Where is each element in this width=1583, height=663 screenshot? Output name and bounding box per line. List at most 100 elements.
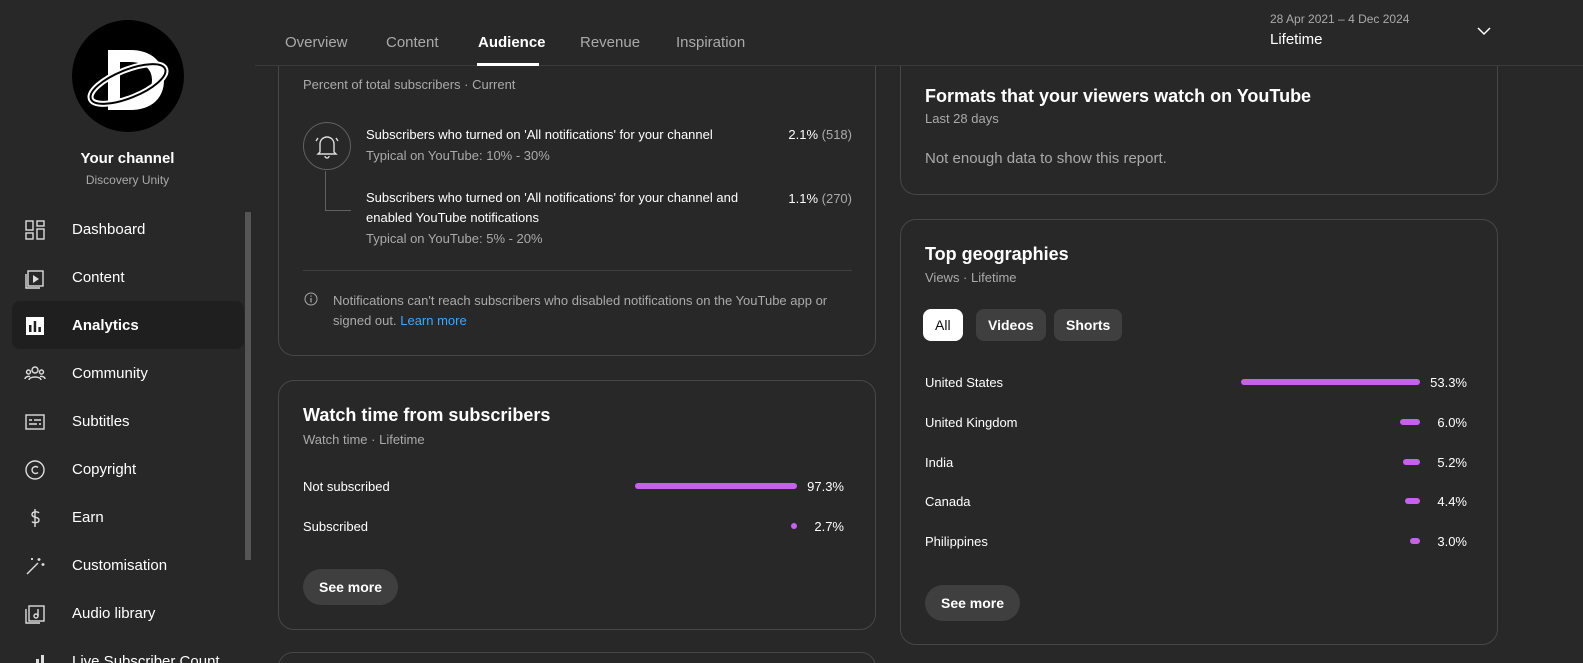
bar-track <box>631 523 797 529</box>
sidebar-item-dashboard[interactable]: Dashboard <box>12 205 244 253</box>
notification-row-typical: Typical on YouTube: 5% - 20% <box>366 231 543 246</box>
geo-row-label: Philippines <box>925 534 988 549</box>
bar-value: 97.3% <box>807 479 844 494</box>
sidebar-nav: Dashboard Content Analytics Community Su… <box>12 205 244 663</box>
bar-track <box>631 483 797 489</box>
active-tab-indicator <box>477 63 539 66</box>
sidebar-item-label: Community <box>72 364 148 382</box>
community-icon <box>24 366 46 381</box>
sidebar-scrollbar[interactable] <box>245 208 251 560</box>
geo-row-value: 6.0% <box>1437 415 1467 430</box>
customisation-icon <box>26 558 45 575</box>
chevron-down-icon[interactable] <box>1477 24 1491 38</box>
tab-revenue[interactable]: Revenue <box>580 34 640 51</box>
subtitles-icon <box>25 414 45 430</box>
date-range: 28 Apr 2021 – 4 Dec 2024 <box>1270 12 1410 26</box>
notification-row-value: 2.1% (518) <box>759 127 852 142</box>
info-icon <box>304 292 318 306</box>
see-more-button[interactable]: See more <box>303 569 399 605</box>
channel-name: Your channel <box>80 150 175 167</box>
bar-label: Not subscribed <box>303 479 390 494</box>
bell-icon-circle <box>303 122 351 170</box>
geo-row-value: 3.0% <box>1437 534 1467 549</box>
sidebar-item-audio-library[interactable]: Audio library <box>12 589 244 637</box>
bell-icon <box>315 136 339 159</box>
live-subscriber-icon <box>36 655 44 663</box>
notification-row-pct: 2.1% <box>788 127 819 142</box>
notifications-info: Notifications can't reach subscribers wh… <box>333 291 843 331</box>
sidebar-item-label: Copyright <box>72 460 137 478</box>
sidebar-item-live-subscriber-count[interactable]: Live Subscriber Count <box>12 637 244 663</box>
bar-track <box>1241 419 1420 425</box>
geographies-subtitle: Views · Lifetime <box>925 270 1017 285</box>
notifications-card: Percent of total subscribers · Current S… <box>278 40 876 356</box>
sidebar-item-label: Content <box>72 268 125 286</box>
notification-row-pct: 1.1% <box>788 191 819 206</box>
geo-row-label: United Kingdom <box>925 415 1018 430</box>
sidebar-item-label: Analytics <box>72 316 139 334</box>
sidebar-item-label: Customisation <box>72 556 168 574</box>
notification-row-count: (518) <box>821 127 852 142</box>
formats-title: Formats that your viewers watch on YouTu… <box>925 86 1312 106</box>
notification-row-text: Subscribers who turned on 'All notificat… <box>366 127 713 142</box>
sidebar-item-label: Earn <box>72 508 104 526</box>
geo-row-label: India <box>925 455 954 470</box>
analytics-header: Overview Content Audience Revenue Inspir… <box>255 0 1583 66</box>
geo-row-label: United States <box>925 375 1004 390</box>
tab-content[interactable]: Content <box>386 34 439 51</box>
bar-track <box>1241 498 1420 504</box>
bar-track <box>1241 379 1420 385</box>
sidebar-item-label: Live Subscriber Count <box>72 652 220 663</box>
sidebar: Your channel Discovery Unity Dashboard C… <box>0 0 255 663</box>
chip-all[interactable]: All <box>923 309 963 341</box>
notification-row-count: (270) <box>821 191 852 206</box>
tab-inspiration[interactable]: Inspiration <box>676 34 745 51</box>
sidebar-item-analytics[interactable]: Analytics <box>12 301 244 349</box>
tab-overview[interactable]: Overview <box>285 34 348 51</box>
sidebar-item-label: Audio library <box>72 604 156 622</box>
bar-value: 2.7% <box>814 519 844 534</box>
channel-handle: Discovery Unity <box>85 173 170 187</box>
copyright-icon <box>25 460 45 480</box>
dashboard-icon <box>25 220 45 240</box>
next-card <box>278 652 876 663</box>
tab-audience[interactable]: Audience <box>478 34 546 51</box>
content-icon <box>25 270 44 289</box>
sidebar-item-community[interactable]: Community <box>12 349 244 397</box>
notification-row-value: 1.1% (270) <box>759 191 852 206</box>
geographies-title: Top geographies <box>925 244 1069 264</box>
sidebar-item-label: Dashboard <box>72 220 146 238</box>
sidebar-item-content[interactable]: Content <box>12 253 244 301</box>
chip-videos[interactable]: Videos <box>976 309 1046 341</box>
see-more-button[interactable]: See more <box>925 585 1021 621</box>
bar-track <box>1241 459 1420 465</box>
divider <box>303 270 852 271</box>
formats-empty-message: Not enough data to show this report. <box>925 150 1167 167</box>
date-period: Lifetime <box>1270 31 1323 48</box>
channel-avatar[interactable] <box>72 20 184 132</box>
audio-library-icon <box>25 605 45 624</box>
analytics-icon <box>26 317 44 335</box>
notifications-subtitle: Percent of total subscribers · Current <box>303 77 516 92</box>
scrollbar-thumb[interactable] <box>245 212 251 560</box>
sidebar-item-copyright[interactable]: Copyright <box>12 445 244 493</box>
channel-logo-icon <box>87 50 169 110</box>
bar-fill <box>635 483 797 489</box>
bar-label: Subscribed <box>303 519 369 534</box>
watch-time-title: Watch time from subscribers <box>303 405 551 425</box>
geo-row-value: 53.3% <box>1430 375 1467 390</box>
sidebar-item-subtitles[interactable]: Subtitles <box>12 397 244 445</box>
bar-track <box>1241 538 1420 544</box>
chip-shorts[interactable]: Shorts <box>1054 309 1123 341</box>
watch-time-card: Watch time from subscribers Watch time ·… <box>278 380 876 630</box>
formats-card: Formats that your viewers watch on YouTu… <box>900 60 1498 195</box>
earn-icon <box>31 509 40 527</box>
notification-row-text: Subscribers who turned on 'All notificat… <box>366 190 739 225</box>
sidebar-item-customisation[interactable]: Customisation <box>12 541 244 589</box>
geo-row-value: 5.2% <box>1437 455 1467 470</box>
bar-fill <box>1241 379 1420 385</box>
connector-line <box>325 171 351 211</box>
sidebar-item-earn[interactable]: Earn <box>12 493 244 541</box>
notification-row-typical: Typical on YouTube: 10% - 30% <box>366 148 550 163</box>
learn-more-link[interactable]: Learn more <box>400 313 466 328</box>
